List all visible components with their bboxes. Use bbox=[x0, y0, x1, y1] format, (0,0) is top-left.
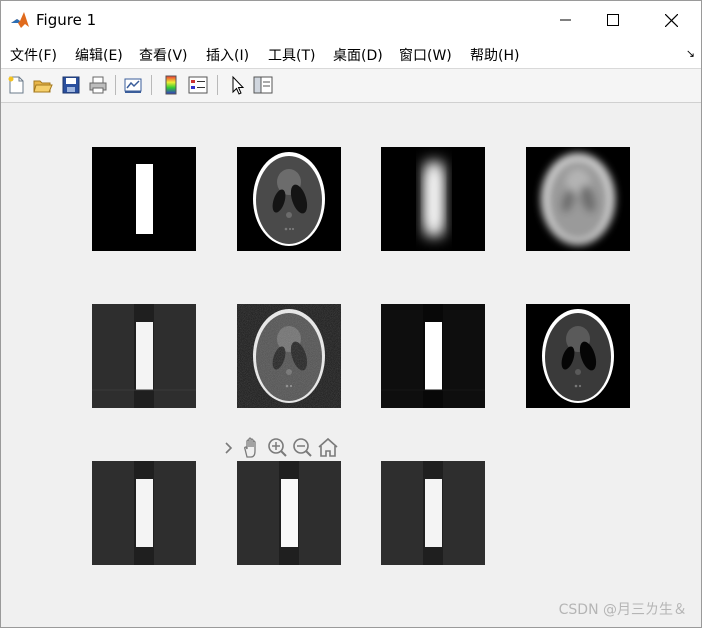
menu-edit[interactable]: 编辑(E) bbox=[75, 45, 123, 65]
restored-rectangle-3-image bbox=[237, 461, 341, 565]
insert-legend-icon[interactable] bbox=[187, 74, 209, 96]
menu-help[interactable]: 帮助(H) bbox=[470, 45, 519, 65]
noisy-phantom-image bbox=[237, 304, 341, 408]
image-axes-phantom[interactable] bbox=[237, 147, 341, 251]
maximize-button[interactable] bbox=[590, 1, 636, 39]
zoom-in-icon[interactable] bbox=[268, 438, 287, 457]
restored-rectangle-2-image bbox=[92, 461, 196, 565]
axes-toolbar bbox=[221, 435, 351, 461]
image-axes-restored-rectangle-3[interactable] bbox=[237, 461, 341, 565]
title-bar: Figure 1 bbox=[1, 1, 701, 39]
restored-rectangle-4-image bbox=[381, 461, 485, 565]
menu-insert[interactable]: 插入(I) bbox=[206, 45, 249, 65]
menu-view[interactable]: 查看(V) bbox=[139, 45, 188, 65]
open-file-icon[interactable] bbox=[32, 74, 54, 96]
restore-view-home-icon[interactable] bbox=[318, 437, 338, 457]
edit-plot-cursor-icon[interactable] bbox=[226, 74, 248, 96]
image-axes-restored-rectangle-2[interactable] bbox=[92, 461, 196, 565]
menu-bar: 文件(F) 编辑(E) 查看(V) 插入(I) 工具(T) 桌面(D) 窗口(W… bbox=[1, 39, 701, 68]
image-axes-rectangle-dark[interactable] bbox=[381, 304, 485, 408]
figure-toolbar bbox=[1, 68, 701, 103]
link-plot-icon[interactable] bbox=[122, 74, 144, 96]
maximize-icon bbox=[607, 14, 619, 26]
blurred-phantom-image bbox=[526, 147, 630, 251]
restored-rectangle-image bbox=[92, 304, 196, 408]
zoom-out-icon[interactable] bbox=[293, 438, 312, 457]
rectangle-dark-image bbox=[381, 304, 485, 408]
blurred-rectangle-image bbox=[381, 147, 485, 251]
image-axes-blurred-rectangle[interactable] bbox=[381, 147, 485, 251]
expand-icon[interactable] bbox=[225, 442, 233, 454]
menu-desktop[interactable]: 桌面(D) bbox=[333, 45, 383, 65]
menubar-dock-arrow-icon[interactable]: ↘ bbox=[686, 47, 695, 60]
new-figure-icon[interactable] bbox=[5, 74, 27, 96]
rectangle-image bbox=[92, 147, 196, 251]
image-axes-restored-rectangle-4[interactable] bbox=[381, 461, 485, 565]
image-axes-rectangle[interactable] bbox=[92, 147, 196, 251]
image-axes-restored-rectangle[interactable] bbox=[92, 304, 196, 408]
pan-icon[interactable] bbox=[244, 437, 256, 458]
image-axes-noisy-phantom[interactable] bbox=[237, 304, 341, 408]
insert-colorbar-icon[interactable] bbox=[160, 74, 182, 96]
window-title: Figure 1 bbox=[36, 11, 97, 29]
phantom-image bbox=[237, 147, 341, 251]
toolbar-separator bbox=[115, 75, 116, 95]
close-icon bbox=[664, 13, 678, 27]
watermark-text: CSDN @月三ㄌ生＆ bbox=[558, 602, 687, 618]
toolbar-separator bbox=[217, 75, 218, 95]
axes-toolbar-icons bbox=[225, 437, 338, 458]
restored-phantom-image bbox=[526, 304, 630, 408]
close-button[interactable] bbox=[648, 1, 694, 39]
image-axes-restored-phantom[interactable] bbox=[526, 304, 630, 408]
print-icon[interactable] bbox=[87, 74, 109, 96]
menu-window[interactable]: 窗口(W) bbox=[399, 45, 452, 65]
menu-tools[interactable]: 工具(T) bbox=[268, 45, 315, 65]
menu-file[interactable]: 文件(F) bbox=[10, 45, 57, 65]
minimize-icon bbox=[560, 19, 571, 21]
image-axes-blurred-phantom[interactable] bbox=[526, 147, 630, 251]
toolbar-separator bbox=[151, 75, 152, 95]
save-icon[interactable] bbox=[60, 74, 82, 96]
figure-window: Figure 1 文件(F) 编辑(E) 查看(V) 插入(I) 工具(T) 桌… bbox=[0, 0, 702, 628]
minimize-button[interactable] bbox=[543, 1, 589, 39]
show-plot-tools-icon[interactable] bbox=[252, 74, 274, 96]
matlab-logo-icon bbox=[10, 10, 30, 30]
